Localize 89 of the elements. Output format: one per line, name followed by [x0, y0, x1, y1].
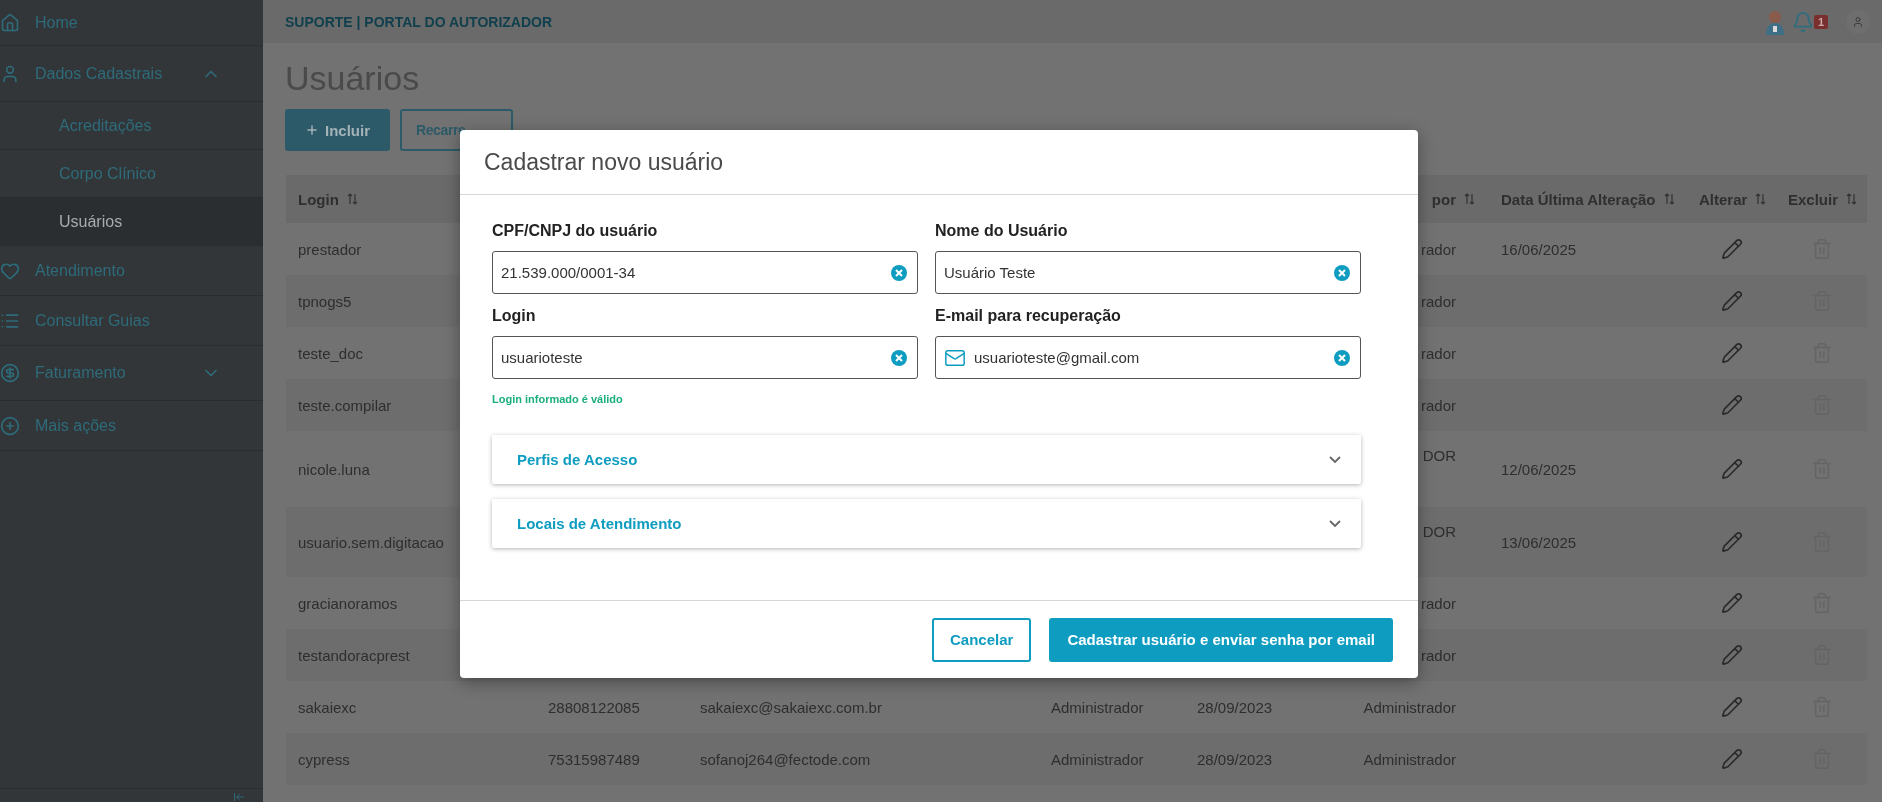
edit-icon[interactable]: [1720, 696, 1743, 718]
submit-button[interactable]: Cadastrar usuário e enviar senha por email: [1049, 617, 1393, 662]
validation-message: Login informado é válido: [492, 393, 624, 405]
notification-badge: 1: [1813, 14, 1828, 29]
sidebar-subitem[interactable]: Usuários: [0, 198, 263, 246]
field-label: CPF/CNPJ do usuário: [492, 221, 659, 241]
table-cell: prestador: [298, 240, 362, 258]
table-cell-text: Administrador: [1362, 750, 1456, 768]
table-cell: 13/06/2025: [1501, 533, 1577, 551]
field-label: Login: [492, 306, 537, 326]
table-cell-text: rador: [1419, 396, 1456, 414]
accordion-label: Perfis de Acesso: [517, 451, 638, 468]
table-cell-text: Administrador: [1362, 698, 1456, 716]
sort-icon[interactable]: [1663, 193, 1675, 205]
table-cell: nicole.luna: [298, 460, 370, 478]
column-header: Excluir: [1788, 190, 1839, 208]
edit-icon[interactable]: [1720, 531, 1743, 553]
table-cell: usuario.sem.digitacao: [298, 533, 444, 551]
clear-icon[interactable]: [891, 264, 907, 281]
column-header: por: [1430, 190, 1456, 208]
sidebar-item[interactable]: Mais ações: [0, 401, 263, 451]
sidebar-icon: [0, 415, 20, 436]
sort-icon[interactable]: [1846, 193, 1858, 205]
person-icon[interactable]: [1763, 8, 1786, 35]
edit-icon[interactable]: [1720, 394, 1743, 416]
table-cell-text: rador: [1419, 646, 1456, 664]
sidebar-icon: [0, 63, 20, 84]
table-cell: gracianoramos: [298, 594, 398, 612]
edit-icon[interactable]: [1720, 290, 1743, 312]
accordion-header[interactable]: Locais de Atendimento: [492, 499, 1361, 548]
table-cell-text: DOR: [1421, 446, 1456, 464]
table-cell: teste_doc: [298, 344, 364, 362]
table-cell: Administrador: [1051, 698, 1144, 716]
plus-icon: [305, 123, 319, 137]
column-header: Login: [298, 190, 339, 208]
table-cell-text: rador: [1419, 292, 1456, 310]
table-cell: 28/09/2023: [1197, 750, 1273, 768]
edit-icon[interactable]: [1720, 238, 1743, 260]
table-cell: 28/09/2023: [1197, 698, 1273, 716]
collapse-icon[interactable]: [233, 791, 245, 802]
column-header: Data Última Alteração: [1501, 190, 1656, 208]
user-menu[interactable]: [1846, 9, 1870, 34]
sort-icon[interactable]: [346, 193, 358, 205]
field-value[interactable]: usuarioteste@gmail.com: [974, 337, 1326, 378]
sidebar-item[interactable]: Consultar Guias: [0, 296, 263, 346]
table-cell: teste.compilar: [298, 396, 392, 414]
sidebar-icon: [0, 260, 20, 281]
edit-icon[interactable]: [1720, 592, 1743, 614]
clear-icon[interactable]: [1334, 349, 1350, 366]
edit-icon[interactable]: [1720, 644, 1743, 666]
cancel-button[interactable]: Cancelar: [932, 617, 1032, 662]
table-cell: 16/06/2025: [1501, 240, 1577, 258]
table-cell: cypress: [298, 750, 350, 768]
table-cell: testandoracprest: [298, 646, 410, 664]
sort-icon[interactable]: [1464, 193, 1475, 205]
table-cell: 12/06/2025: [1501, 460, 1577, 478]
table-cell: sakaiexc: [298, 698, 357, 716]
add-button[interactable]: Incluir: [285, 109, 390, 151]
sort-icon[interactable]: [1755, 193, 1767, 205]
user-icon: [1852, 15, 1864, 28]
accordion-header[interactable]: Perfis de Acesso: [492, 435, 1361, 484]
table-cell: 75315987489: [548, 750, 640, 768]
sidebar-item[interactable]: Faturamento: [0, 346, 263, 401]
clear-icon[interactable]: [891, 349, 907, 366]
input-field[interactable]: usuarioteste@gmail.com: [935, 336, 1361, 379]
table-cell-text: rador: [1419, 594, 1456, 612]
column-header: Alterar: [1699, 190, 1748, 208]
sidebar-icon: [0, 363, 20, 383]
table-cell: sofanoj264@fectode.com: [700, 750, 871, 768]
dialog-title: Cadastrar novo usuário: [484, 148, 724, 176]
sidebar-item[interactable]: Dados Cadastrais: [0, 46, 263, 102]
edit-icon[interactable]: [1720, 458, 1743, 480]
portal-title: SUPORTE | PORTAL DO AUTORIZADOR: [285, 13, 554, 30]
clear-icon[interactable]: [1334, 264, 1350, 281]
field-label: Nome do Usuário: [935, 221, 1069, 241]
table-cell-text: DOR: [1421, 522, 1456, 540]
edit-icon[interactable]: [1720, 748, 1743, 770]
table-cell: sakaiexc@sakaiexc.com.br: [700, 698, 882, 716]
table-cell-text: rador: [1419, 240, 1456, 258]
sidebar-subitem[interactable]: Acreditações: [0, 102, 263, 150]
sidebar-item[interactable]: Atendimento: [0, 246, 263, 296]
edit-icon[interactable]: [1720, 342, 1743, 364]
table-cell-text: rador: [1419, 344, 1456, 362]
accordion-label: Locais de Atendimento: [517, 515, 682, 532]
table-cell: 28808122085: [548, 698, 640, 716]
table-cell: tpnogs5: [298, 292, 352, 310]
sidebar-icon: [0, 12, 20, 33]
table-cell: Administrador: [1051, 750, 1144, 768]
field-label: E-mail para recuperação: [935, 306, 1122, 326]
